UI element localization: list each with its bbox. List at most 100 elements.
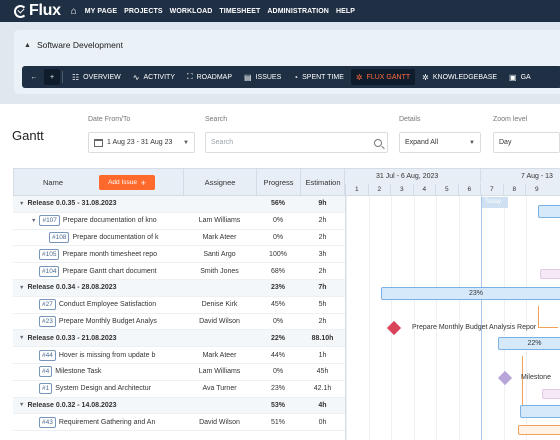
search-icon[interactable] (374, 138, 382, 147)
nav-help[interactable]: HELP (336, 8, 355, 15)
issue-subject[interactable]: Hover is missing from update b (59, 352, 155, 359)
nav-workload[interactable]: WORKLOAD (170, 8, 213, 15)
issue-id-badge[interactable]: #44 (39, 349, 56, 361)
progress-cell: 0% (272, 317, 284, 325)
day-gridline (346, 196, 347, 440)
gantt-bar-task[interactable] (542, 389, 560, 399)
column-estimation-header[interactable]: Estimation (301, 169, 345, 195)
table-row[interactable]: #23 Prepare Monthly Budget Analys David Wi… (13, 314, 345, 331)
gantt-bar-release-34[interactable]: 23% (381, 287, 560, 300)
tab-activity[interactable]: ∿ ACTIVITY (128, 69, 180, 85)
milestone-diamond-red[interactable] (386, 320, 402, 336)
issue-subject[interactable]: Prepare documentation of k (72, 234, 158, 241)
gantt-gear-icon: ✲ (355, 72, 363, 82)
plus-icon: + (140, 177, 146, 188)
issue-id-badge[interactable]: #108 (49, 231, 70, 243)
gantt-bar-task[interactable] (540, 269, 560, 279)
estimation-cell: 45h (316, 368, 329, 376)
issue-id-badge[interactable]: #4 (39, 366, 53, 378)
home-icon[interactable]: ⌂ (71, 6, 77, 17)
issue-id-badge[interactable]: #23 (39, 315, 56, 327)
zoom-level-select[interactable]: Day (493, 132, 560, 153)
chevron-down-icon: ▼ (183, 139, 189, 146)
tab-ga-truncated[interactable]: ▣ GA (504, 69, 536, 85)
issue-subject[interactable]: Prepare Gantt chart document (62, 268, 156, 275)
issue-subject[interactable]: Prepare Monthly Budget Analys (59, 318, 157, 325)
table-row[interactable]: #43 Requirement Gathering and An David Wil… (13, 414, 345, 432)
details-select[interactable]: Expand All ▼ (399, 132, 481, 153)
release-row[interactable]: ▼ Release 0.0.32 - 14.08.2023 53% 4h (13, 397, 345, 415)
issue-subject[interactable]: Prepare month timesheet repo (62, 251, 157, 258)
tab-roadmap[interactable]: ⛶ ROADMAP (182, 69, 237, 85)
release-row[interactable]: ▼ Release 0.0.34 - 28.08.2023 23% 7h (13, 280, 345, 297)
issue-id-badge[interactable]: #104 (39, 265, 60, 277)
expand-triangle-icon[interactable]: ▼ (31, 218, 36, 224)
date-range-picker[interactable]: 1 Aug 23 - 31 Aug 23 ▼ (88, 132, 195, 153)
activity-icon: ∿ (132, 72, 140, 82)
issue-subject[interactable]: Milestone Task (55, 368, 101, 375)
issue-subject[interactable]: System Design and Architectur (55, 385, 151, 392)
nav-administration[interactable]: ADMINISTRATION (267, 8, 329, 15)
project-title[interactable]: ▲ Software Development (24, 40, 123, 50)
back-arrow-button[interactable]: ← (26, 69, 42, 85)
table-row[interactable]: #44 Hover is missing from update b Mark At… (13, 347, 345, 364)
issue-id-badge[interactable]: #107 (39, 215, 60, 227)
search-input[interactable]: Search (205, 132, 388, 153)
progress-cell: 22% (270, 334, 285, 342)
progress-cell: 53% (270, 401, 285, 409)
expand-triangle-icon[interactable]: ▼ (19, 402, 24, 408)
day-gridline (413, 196, 415, 440)
nav-my-page[interactable]: MY PAGE (85, 8, 117, 15)
progress-cell: 51% (270, 418, 285, 426)
expand-triangle-icon[interactable]: ▼ (19, 335, 24, 341)
add-issue-button[interactable]: Add Issue + (99, 175, 155, 190)
table-row[interactable]: #108 Prepare documentation of k Mark Ateer… (13, 230, 345, 247)
row-name-cell: #4 Milestone Task (13, 366, 183, 378)
issue-id-badge[interactable]: #27 (39, 299, 56, 311)
estimation-cell: 3h (318, 250, 327, 258)
table-row[interactable]: #27 Conduct Employee Satisfaction Denise K… (13, 297, 345, 314)
tab-spent-time[interactable]: ◔ SPENT TIME (288, 69, 349, 85)
table-row[interactable]: ▼ #107 Prepare documentation of kno Lam Wil… (13, 213, 345, 230)
tab-knowledgebase[interactable]: ✲ KNOWLEDGEBASE (417, 69, 502, 85)
day-gridline (436, 196, 437, 440)
release-row[interactable]: ▼ Release 0.0.35 - 31.08.2023 56% 9h (13, 196, 345, 213)
nav-projects[interactable]: PROJECTS (124, 8, 163, 15)
timeline-body: Today 23% Prepare Monthly Budget Analysi… (345, 196, 560, 440)
gantt-bar-release-33[interactable]: 22% (498, 337, 560, 350)
estimation-cell: 88.10h (311, 334, 334, 342)
tab-flux-gantt[interactable]: ✲ FLUX GANTT (350, 69, 416, 85)
tab-issues[interactable]: ▤ ISSUES (239, 69, 286, 85)
milestone-diamond-purple[interactable] (497, 370, 513, 386)
column-assignee-header[interactable]: Assignee (184, 169, 257, 195)
gantt-bar-release-35[interactable] (538, 205, 560, 218)
knowledgebase-icon: ✲ (422, 72, 429, 82)
table-row[interactable]: #105 Prepare month timesheet repo Santi Ar… (13, 246, 345, 264)
release-name: Release 0.0.33 - 21.08.2023 (27, 334, 117, 342)
row-name-cell: #44 Hover is missing from update b (13, 349, 183, 361)
release-name: Release 0.0.32 - 14.08.2023 (27, 401, 117, 409)
table-row[interactable]: #104 Prepare Gantt chart document Smith Jo… (13, 263, 345, 280)
nav-timesheet[interactable]: TIMESHEET (219, 8, 260, 15)
zoom-level-label: Zoom level (493, 116, 528, 123)
table-row[interactable]: #1 System Design and Architectur Ava Turne… (13, 381, 345, 398)
add-button[interactable]: + (44, 69, 60, 85)
roadmap-icon: ⛶ (187, 72, 193, 81)
logo-check-icon (14, 4, 27, 18)
today-line (481, 196, 482, 440)
table-row[interactable]: #4 Milestone Task Lam Williams 0% 45h (13, 364, 345, 381)
release-row[interactable]: ▼ Release 0.0.33 - 21.08.2023 22% 88.10h (13, 330, 345, 348)
flux-logo[interactable]: Flux (14, 2, 61, 20)
tab-overview[interactable]: ☷ OVERVIEW (67, 69, 126, 85)
expand-triangle-icon[interactable]: ▼ (19, 201, 24, 207)
issue-subject[interactable]: Requirement Gathering and An (59, 419, 156, 426)
gantt-bar-release-32[interactable] (520, 405, 560, 418)
issue-subject[interactable]: Conduct Employee Satisfaction (59, 301, 156, 308)
gantt-bar-task[interactable] (518, 425, 560, 435)
issue-id-badge[interactable]: #43 (39, 416, 56, 428)
column-progress-header[interactable]: Progress (257, 169, 301, 195)
issue-id-badge[interactable]: #1 (39, 383, 53, 395)
issue-id-badge[interactable]: #105 (39, 248, 60, 260)
expand-triangle-icon[interactable]: ▼ (19, 285, 24, 291)
issue-subject[interactable]: Prepare documentation of kno (63, 217, 157, 224)
